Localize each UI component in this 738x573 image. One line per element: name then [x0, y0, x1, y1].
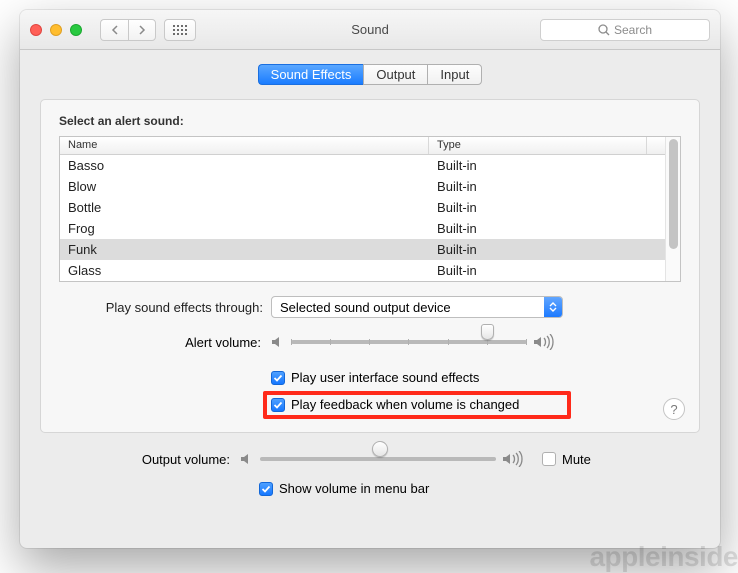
cell-type: Built-in: [429, 263, 665, 278]
output-slider-knob[interactable]: [372, 441, 388, 457]
chevron-right-icon: [138, 25, 146, 35]
chevron-left-icon: [111, 25, 119, 35]
play-through-label: Play sound effects through:: [59, 300, 271, 315]
table-row[interactable]: BassoBuilt-in: [60, 155, 665, 176]
alert-sound-heading: Select an alert sound:: [59, 114, 681, 128]
cell-type: Built-in: [429, 158, 665, 173]
minimize-button[interactable]: [50, 24, 62, 36]
show-in-menu-label: Show volume in menu bar: [279, 481, 429, 496]
mute-label: Mute: [562, 452, 591, 467]
play-through-value: Selected sound output device: [280, 300, 451, 315]
cell-name: Basso: [60, 158, 429, 173]
cell-name: Funk: [60, 242, 429, 257]
checkbox-ui-sounds[interactable]: [271, 371, 285, 385]
ui-sounds-label: Play user interface sound effects: [291, 370, 479, 385]
cell-name: Glass: [60, 263, 429, 278]
zoom-button[interactable]: [70, 24, 82, 36]
forward-button[interactable]: [128, 19, 156, 41]
grid-icon: [173, 25, 187, 35]
table-header: Name Type: [60, 137, 665, 155]
table-row[interactable]: BlowBuilt-in: [60, 176, 665, 197]
output-volume-section: Output volume: Mute: [40, 447, 700, 496]
sound-effects-panel: Select an alert sound: Name Type BassoBu…: [40, 99, 700, 433]
updown-icon: [544, 297, 562, 317]
output-volume-slider[interactable]: [260, 447, 496, 471]
cell-name: Bottle: [60, 200, 429, 215]
cell-type: Built-in: [429, 179, 665, 194]
window-controls: [30, 24, 82, 36]
back-button[interactable]: [100, 19, 128, 41]
cell-name: Frog: [60, 221, 429, 236]
checkbox-show-in-menu-bar[interactable]: [259, 482, 273, 496]
cell-type: Built-in: [429, 221, 665, 236]
cell-type: Built-in: [429, 200, 665, 215]
sound-preferences-window: Sound Search Sound Effects Output Input …: [20, 10, 720, 548]
alert-volume-label: Alert volume:: [59, 335, 271, 350]
play-through-popup[interactable]: Selected sound output device: [271, 296, 563, 318]
titlebar: Sound Search: [20, 10, 720, 50]
help-button[interactable]: ?: [663, 398, 685, 420]
alert-volume-slider[interactable]: [291, 330, 527, 354]
table-row[interactable]: FrogBuilt-in: [60, 218, 665, 239]
output-volume-label: Output volume:: [40, 452, 240, 467]
watermark: appleinside: [589, 541, 738, 573]
table-row[interactable]: GlassBuilt-in: [60, 260, 665, 281]
close-button[interactable]: [30, 24, 42, 36]
search-field[interactable]: Search: [540, 19, 710, 41]
show-all-button[interactable]: [164, 19, 196, 41]
scroll-thumb[interactable]: [669, 139, 678, 249]
slider-knob[interactable]: [481, 324, 494, 340]
cell-name: Blow: [60, 179, 429, 194]
highlight-annotation: [263, 391, 571, 419]
table-row[interactable]: BottleBuilt-in: [60, 197, 665, 218]
tab-bar: Sound Effects Output Input: [40, 64, 700, 85]
speaker-low-icon-2: [240, 452, 260, 466]
nav-buttons: [100, 19, 156, 41]
speaker-low-icon: [271, 335, 291, 349]
col-spare: [647, 137, 665, 154]
cell-type: Built-in: [429, 242, 665, 257]
col-type[interactable]: Type: [429, 137, 647, 154]
alert-sound-table: Name Type BassoBuilt-inBlowBuilt-inBottl…: [59, 136, 681, 282]
content-area: Sound Effects Output Input Select an ale…: [20, 50, 720, 512]
speaker-high-icon-2: [502, 451, 530, 467]
table-scrollbar[interactable]: [665, 137, 680, 281]
speaker-high-icon: [533, 334, 561, 350]
col-name[interactable]: Name: [60, 137, 429, 154]
tab-sound-effects[interactable]: Sound Effects: [258, 64, 364, 85]
search-placeholder: Search: [614, 23, 652, 37]
tab-output[interactable]: Output: [363, 64, 427, 85]
table-row[interactable]: FunkBuilt-in: [60, 239, 665, 260]
search-icon: [598, 24, 610, 36]
tab-input[interactable]: Input: [427, 64, 482, 85]
checkbox-mute[interactable]: [542, 452, 556, 466]
